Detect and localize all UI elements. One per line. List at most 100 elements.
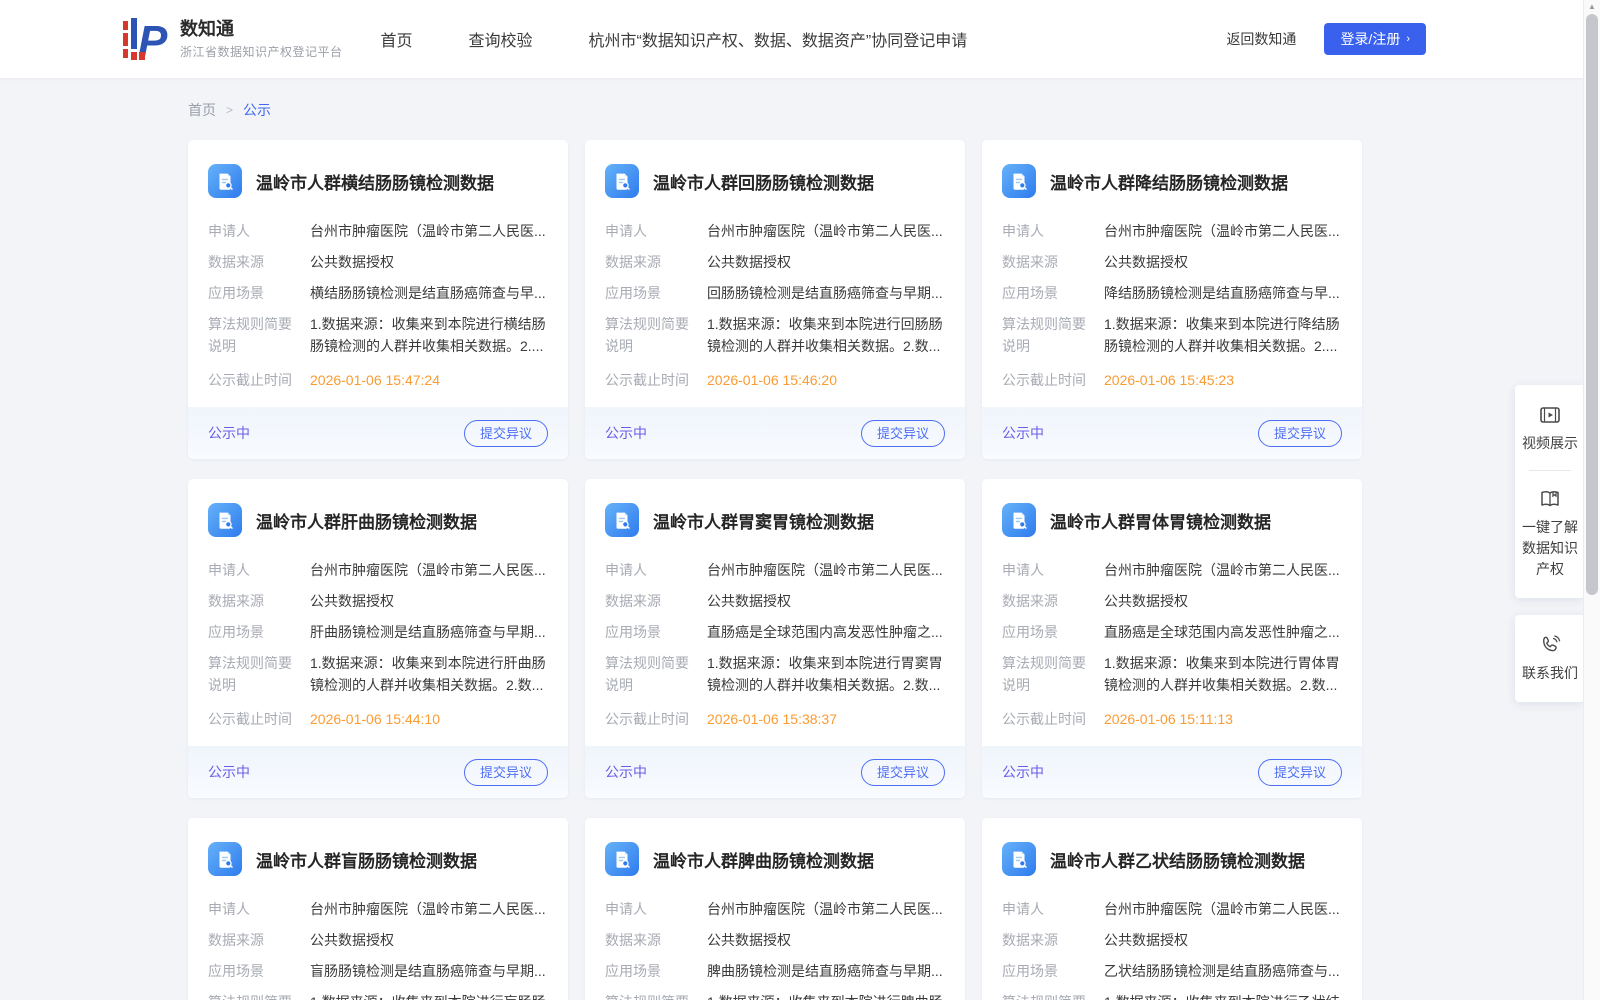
field-deadline: 公示截止时间 2026-01-06 15:47:24 xyxy=(208,369,548,391)
publicity-card[interactable]: 温岭市人群肝曲肠镜检测数据 申请人 台州市肿瘤医院（温岭市第二人民医... 数据… xyxy=(188,479,568,798)
submit-objection-button[interactable]: 提交异议 xyxy=(861,759,945,786)
breadcrumb: 首页 > 公示 xyxy=(188,100,1600,120)
card-title[interactable]: 温岭市人群脾曲肠镜检测数据 xyxy=(653,847,874,872)
scrollbar-thumb[interactable] xyxy=(1586,14,1598,595)
field-label: 申请人 xyxy=(208,559,296,581)
field-label: 申请人 xyxy=(605,220,693,242)
field-applicant: 申请人 台州市肿瘤医院（温岭市第二人民医... xyxy=(208,898,548,920)
login-register-label: 登录/注册 xyxy=(1340,29,1400,49)
submit-objection-button[interactable]: 提交异议 xyxy=(861,420,945,447)
field-algorithm: 算法规则简要说明 1.数据来源：收集来到本院进行横结肠肠镜检测的人群并收集相关数… xyxy=(208,313,548,357)
field-scenario: 应用场景 直肠癌是全球范围内高发恶性肿瘤之... xyxy=(1002,621,1342,643)
card-body: 温岭市人群横结肠肠镜检测数据 申请人 台州市肿瘤医院（温岭市第二人民医... 数… xyxy=(188,140,568,407)
nav-item-hangzhou-registration[interactable]: 杭州市“数据知识产权、数据、数据资产”协同登记申请 xyxy=(589,27,968,51)
field-label: 数据来源 xyxy=(605,929,693,951)
field-value: 1.数据来源：收集来到本院进行降结肠肠镜检测的人群并收集相关数据。2.... xyxy=(1104,313,1342,357)
nav-item-home[interactable]: 首页 xyxy=(381,27,413,51)
publicity-card[interactable]: 温岭市人群乙状结肠肠镜检测数据 申请人 台州市肿瘤医院（温岭市第二人民医... … xyxy=(982,818,1362,1000)
document-search-icon xyxy=(208,164,242,198)
field-scenario: 应用场景 脾曲肠镜检测是结直肠癌筛查与早期... xyxy=(605,960,945,982)
deadline-value: 2026-01-06 15:46:20 xyxy=(707,369,945,391)
card-header: 温岭市人群回肠肠镜检测数据 xyxy=(605,164,945,198)
field-value: 直肠癌是全球范围内高发恶性肿瘤之... xyxy=(1104,621,1342,643)
card-title[interactable]: 温岭市人群胃体胃镜检测数据 xyxy=(1050,508,1271,533)
field-label: 应用场景 xyxy=(605,621,693,643)
field-value: 1.数据来源：收集来到本院进行胃窦胃镜检测的人群并收集相关数据。2.数... xyxy=(707,652,945,696)
site-logo[interactable]: P 数知通 浙江省数据知识产权登记平台 xyxy=(122,16,343,62)
back-to-shuzhitong-link[interactable]: 返回数知通 xyxy=(1226,29,1296,49)
publicity-card[interactable]: 温岭市人群降结肠肠镜检测数据 申请人 台州市肿瘤医院（温岭市第二人民医... 数… xyxy=(982,140,1362,459)
field-algorithm: 算法规则简要说明 1.数据来源：收集来到本院进行肝曲肠镜检测的人群并收集相关数据… xyxy=(208,652,548,696)
field-value: 1.数据来源：收集来到本院进行回肠肠镜检测的人群并收集相关数据。2.数... xyxy=(707,313,945,357)
submit-objection-button[interactable]: 提交异议 xyxy=(1258,759,1342,786)
video-icon xyxy=(1538,403,1562,427)
field-value: 公共数据授权 xyxy=(707,590,945,612)
card-title[interactable]: 温岭市人群肝曲肠镜检测数据 xyxy=(256,508,477,533)
video-demo-item[interactable]: 视频展示 xyxy=(1522,399,1578,458)
card-title[interactable]: 温岭市人群横结肠肠镜检测数据 xyxy=(256,169,494,194)
card-title[interactable]: 温岭市人群回肠肠镜检测数据 xyxy=(653,169,874,194)
field-applicant: 申请人 台州市肿瘤医院（温岭市第二人民医... xyxy=(1002,898,1342,920)
card-title[interactable]: 温岭市人群盲肠肠镜检测数据 xyxy=(256,847,477,872)
document-search-icon xyxy=(1002,164,1036,198)
publicity-card[interactable]: 温岭市人群横结肠肠镜检测数据 申请人 台州市肿瘤医院（温岭市第二人民医... 数… xyxy=(188,140,568,459)
field-label: 申请人 xyxy=(1002,898,1090,920)
card-footer: 公示中 提交异议 xyxy=(982,407,1362,459)
field-label: 数据来源 xyxy=(1002,251,1090,273)
card-header: 温岭市人群胃体胃镜检测数据 xyxy=(1002,503,1342,537)
publicity-card[interactable]: 温岭市人群胃窦胃镜检测数据 申请人 台州市肿瘤医院（温岭市第二人民医... 数据… xyxy=(585,479,965,798)
float-box-top: 视频展示 一键了解数据知识产权 xyxy=(1515,385,1585,598)
field-algorithm: 算法规则简要说明 1.数据来源：收集来到本院进行降结肠肠镜检测的人群并收集相关数… xyxy=(1002,313,1342,357)
submit-objection-button[interactable]: 提交异议 xyxy=(1258,420,1342,447)
field-value: 肝曲肠镜检测是结直肠癌筛查与早期... xyxy=(310,621,548,643)
field-value: 直肠癌是全球范围内高发恶性肿瘤之... xyxy=(707,621,945,643)
publicity-card[interactable]: 温岭市人群脾曲肠镜检测数据 申请人 台州市肿瘤医院（温岭市第二人民医... 数据… xyxy=(585,818,965,1000)
submit-objection-button[interactable]: 提交异议 xyxy=(464,759,548,786)
field-applicant: 申请人 台州市肿瘤医院（温岭市第二人民医... xyxy=(1002,559,1342,581)
field-label: 算法规则简要说明 xyxy=(208,313,296,357)
field-value: 公共数据授权 xyxy=(310,251,548,273)
deadline-value: 2026-01-06 15:38:37 xyxy=(707,708,945,730)
field-value: 台州市肿瘤医院（温岭市第二人民医... xyxy=(707,220,945,242)
field-scenario: 应用场景 直肠癌是全球范围内高发恶性肿瘤之... xyxy=(605,621,945,643)
publicity-card[interactable]: 温岭市人群胃体胃镜检测数据 申请人 台州市肿瘤医院（温岭市第二人民医... 数据… xyxy=(982,479,1362,798)
field-deadline: 公示截止时间 2026-01-06 15:38:37 xyxy=(605,708,945,730)
field-applicant: 申请人 台州市肿瘤医院（温岭市第二人民医... xyxy=(208,559,548,581)
breadcrumb-home[interactable]: 首页 xyxy=(188,100,216,120)
floating-side-panel: 视频展示 一键了解数据知识产权 联系我们 xyxy=(1515,385,1585,702)
scrollbar-up-arrow[interactable]: ▲ xyxy=(1584,2,1600,11)
card-header: 温岭市人群脾曲肠镜检测数据 xyxy=(605,842,945,876)
header-right: 返回数知通 登录/注册 › xyxy=(1226,23,1426,55)
field-value: 台州市肿瘤医院（温岭市第二人民医... xyxy=(310,559,548,581)
field-data-source: 数据来源 公共数据授权 xyxy=(208,590,548,612)
field-scenario: 应用场景 回肠肠镜检测是结直肠癌筛查与早期... xyxy=(605,282,945,304)
breadcrumb-current-publicity[interactable]: 公示 xyxy=(243,100,271,120)
nav-item-query-verify[interactable]: 查询校验 xyxy=(469,27,533,51)
document-search-icon xyxy=(605,164,639,198)
field-label: 算法规则简要说明 xyxy=(1002,313,1090,357)
card-title[interactable]: 温岭市人群降结肠肠镜检测数据 xyxy=(1050,169,1288,194)
deadline-value: 2026-01-06 15:45:23 xyxy=(1104,369,1342,391)
card-footer: 公示中 提交异议 xyxy=(585,746,965,798)
card-body: 温岭市人群降结肠肠镜检测数据 申请人 台州市肿瘤医院（温岭市第二人民医... 数… xyxy=(982,140,1362,407)
breadcrumb-separator: > xyxy=(226,103,233,117)
phone-icon xyxy=(1538,633,1562,657)
field-data-source: 数据来源 公共数据授权 xyxy=(605,929,945,951)
top-header: P 数知通 浙江省数据知识产权登记平台 首页 查询校验 杭州市“数据知识产权、数… xyxy=(0,0,1600,78)
field-label: 申请人 xyxy=(605,559,693,581)
contact-us-item[interactable]: 联系我们 xyxy=(1522,629,1578,688)
field-value: 1.数据来源：收集来到本院进行乙状结肠肠镜检测的人群并收集相关数据。2.... xyxy=(1104,991,1342,1000)
card-title[interactable]: 温岭市人群胃窦胃镜检测数据 xyxy=(653,508,874,533)
logo-title: 数知通 xyxy=(180,18,343,40)
card-title[interactable]: 温岭市人群乙状结肠肠镜检测数据 xyxy=(1050,847,1305,872)
vertical-scrollbar[interactable]: ▲ xyxy=(1583,0,1600,1000)
submit-objection-button[interactable]: 提交异议 xyxy=(464,420,548,447)
field-applicant: 申请人 台州市肿瘤医院（温岭市第二人民医... xyxy=(605,898,945,920)
login-register-button[interactable]: 登录/注册 › xyxy=(1324,23,1426,55)
field-value: 台州市肿瘤医院（温岭市第二人民医... xyxy=(1104,220,1342,242)
field-applicant: 申请人 台州市肿瘤医院（温岭市第二人民医... xyxy=(605,559,945,581)
publicity-card[interactable]: 温岭市人群回肠肠镜检测数据 申请人 台州市肿瘤医院（温岭市第二人民医... 数据… xyxy=(585,140,965,459)
field-label: 应用场景 xyxy=(605,282,693,304)
one-click-learn-item[interactable]: 一键了解数据知识产权 xyxy=(1519,483,1581,584)
publicity-card[interactable]: 温岭市人群盲肠肠镜检测数据 申请人 台州市肿瘤医院（温岭市第二人民医... 数据… xyxy=(188,818,568,1000)
